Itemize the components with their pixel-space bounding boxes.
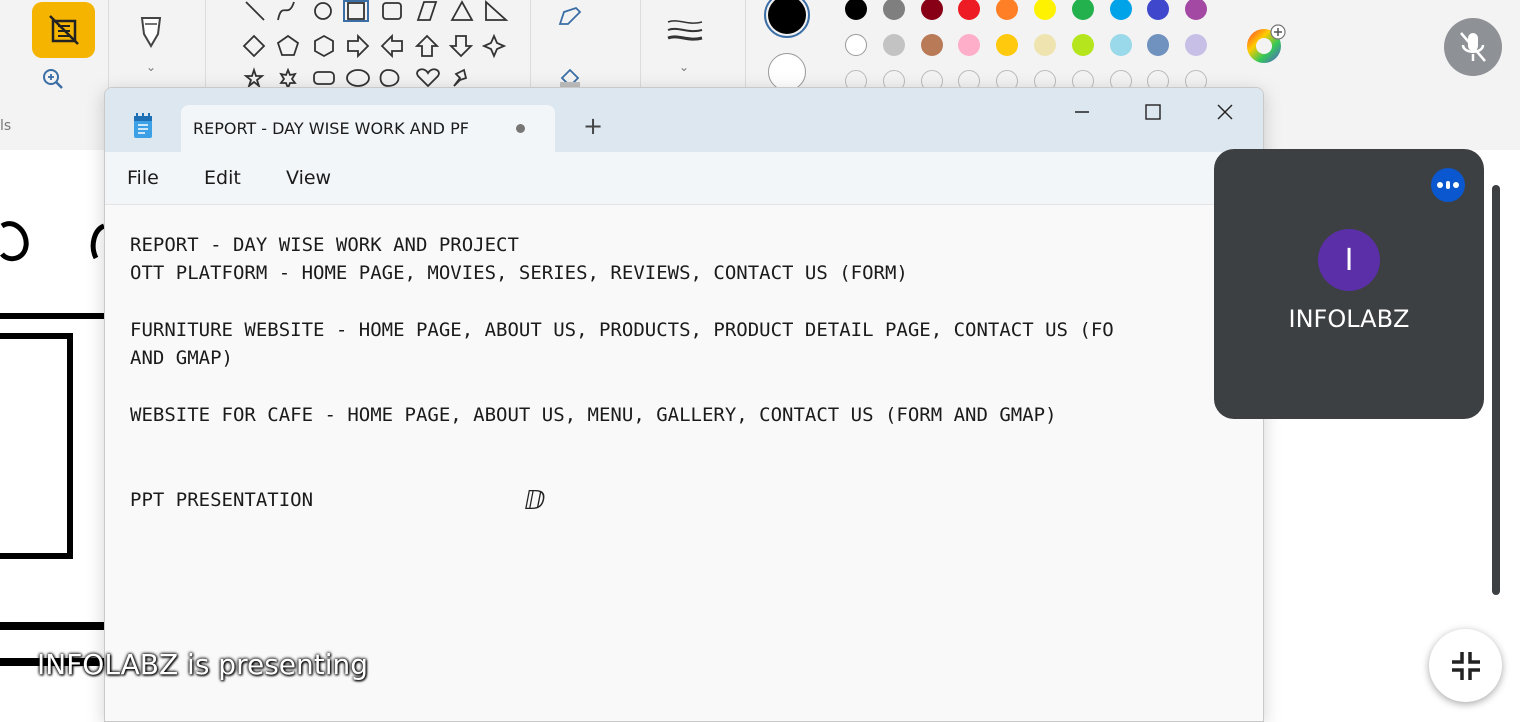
microphone-muted-button[interactable] — [1444, 18, 1502, 76]
color-swatch[interactable] — [996, 34, 1019, 56]
unsaved-indicator-icon[interactable] — [516, 124, 525, 133]
menu-bar: File Edit View — [105, 152, 1263, 205]
color-swatch[interactable] — [920, 0, 943, 20]
color-swatch[interactable] — [958, 0, 981, 20]
color-swatch[interactable] — [1034, 34, 1056, 56]
maximize-icon — [1145, 104, 1161, 120]
edit-colors-icon[interactable] — [1244, 24, 1290, 70]
title-bar: REPORT - DAY WISE WORK AND PF + — [105, 88, 1263, 152]
menu-edit[interactable]: Edit — [204, 167, 241, 189]
color-swatch[interactable] — [882, 34, 905, 56]
chevron-down-icon[interactable]: ⌄ — [146, 60, 156, 74]
color-swatch[interactable] — [1034, 0, 1056, 20]
exit-fullscreen-button[interactable] — [1429, 629, 1502, 702]
text-line: PPT PRESENTATION — [130, 489, 314, 511]
menu-file[interactable]: File — [127, 167, 159, 189]
color-swatch[interactable] — [1109, 0, 1132, 20]
participant-name: INFOLABZ — [1288, 305, 1410, 333]
text-line: AND GMAP) — [130, 347, 233, 369]
chevron-down-icon[interactable]: ⌄ — [679, 60, 689, 74]
notepad-window: REPORT - DAY WISE WORK AND PF + File Edi… — [104, 87, 1264, 722]
canvas-drawing — [0, 221, 110, 666]
color-swatch[interactable] — [1147, 0, 1170, 20]
notepad-app-icon — [134, 113, 152, 138]
crop-icon — [48, 15, 79, 45]
brush-icon[interactable] — [136, 14, 166, 52]
color-swatch[interactable] — [1109, 34, 1132, 56]
color1-selector[interactable] — [764, 0, 810, 38]
text-line: FURNITURE WEBSITE - HOME PAGE, ABOUT US,… — [130, 319, 1114, 341]
color-swatch[interactable] — [1185, 34, 1208, 56]
color-swatch[interactable] — [845, 0, 867, 20]
zoom-icon[interactable] — [40, 66, 66, 92]
color2-selector[interactable] — [768, 53, 806, 91]
tab-document[interactable]: REPORT - DAY WISE WORK AND PF — [181, 105, 555, 152]
color-swatch[interactable] — [882, 0, 905, 20]
stroke-size-icon[interactable] — [666, 18, 704, 48]
scrollbar[interactable] — [1490, 125, 1502, 595]
color-swatch[interactable] — [1071, 0, 1094, 20]
maximize-window-button[interactable] — [1130, 94, 1176, 130]
close-window-button[interactable] — [1202, 94, 1248, 130]
color-swatch[interactable] — [958, 34, 981, 56]
tab-title: REPORT - DAY WISE WORK AND PF — [193, 119, 469, 138]
minimize-icon — [1075, 111, 1089, 113]
crop-button[interactable] — [32, 2, 95, 58]
text-editor[interactable]: REPORT - DAY WISE WORK AND PROJECT OTT P… — [105, 205, 1263, 721]
new-tab-button[interactable]: + — [583, 112, 603, 140]
shapes-gallery[interactable] — [238, 0, 518, 94]
close-icon — [1217, 104, 1233, 120]
speaking-indicator-icon — [1431, 168, 1465, 202]
text-cursor-icon: ⅅ — [524, 486, 546, 516]
color-swatch[interactable] — [1147, 34, 1170, 56]
mic-off-icon — [1460, 32, 1486, 62]
menu-view[interactable]: View — [286, 167, 331, 189]
text-line: WEBSITE FOR CAFE - HOME PAGE, ABOUT US, … — [130, 404, 1057, 426]
color-swatch[interactable] — [845, 34, 867, 56]
avatar: I — [1318, 229, 1380, 291]
tools-group-label: ls — [0, 118, 12, 134]
color-swatch[interactable] — [1071, 34, 1094, 56]
presenting-label: INFOLABZ is presenting — [37, 648, 369, 681]
color-swatch[interactable] — [1185, 0, 1208, 20]
minimize-window-button[interactable] — [1059, 94, 1105, 130]
color-swatch[interactable] — [920, 34, 943, 56]
color-swatch[interactable] — [996, 0, 1019, 20]
text-line: REPORT - DAY WISE WORK AND PROJECT — [130, 234, 519, 256]
participant-tile[interactable]: I INFOLABZ — [1214, 149, 1484, 419]
outline-icon[interactable] — [556, 4, 584, 28]
text-line: OTT PLATFORM - HOME PAGE, MOVIES, SERIES… — [130, 262, 908, 284]
collapse-icon — [1451, 651, 1480, 680]
